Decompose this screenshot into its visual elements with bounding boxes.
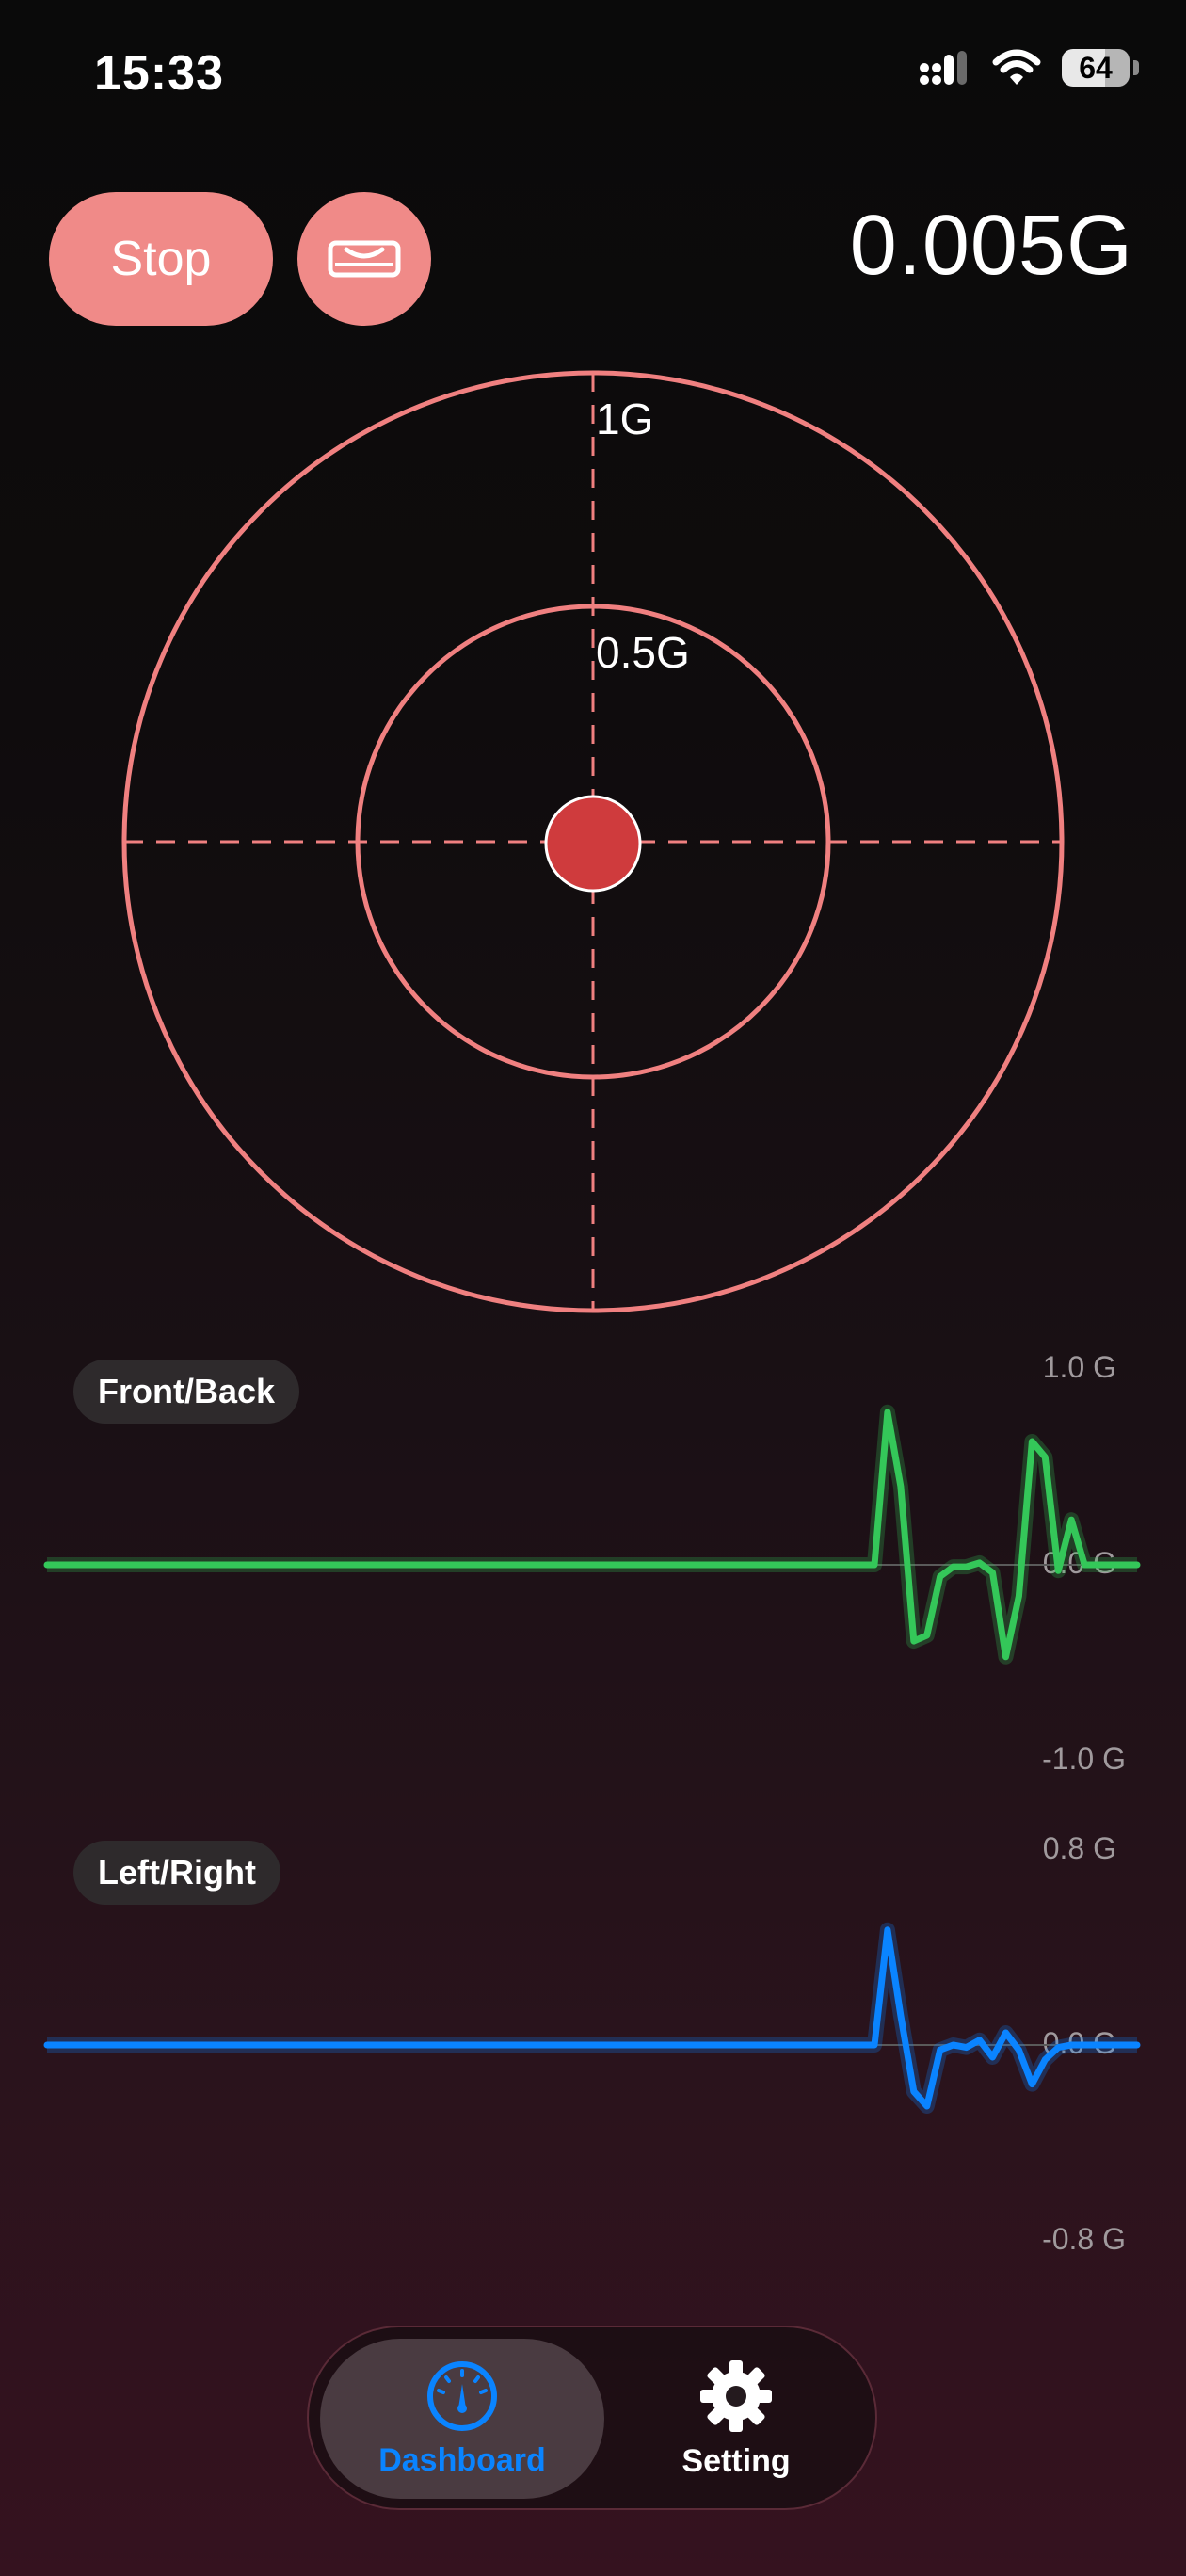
left-right-chart: [43, 1922, 1141, 2114]
tab-dashboard-label: Dashboard: [378, 2441, 546, 2478]
battery-icon: 64: [1062, 49, 1139, 87]
inner-ring-label: 0.5G: [596, 628, 690, 677]
front-back-chart: [43, 1404, 1141, 1665]
gforce-readout: 0.005G: [849, 199, 1133, 293]
wifi-icon: [992, 49, 1041, 85]
status-bar: 15:33 64: [0, 0, 1186, 151]
gforce-target: 1G 0.5G: [120, 365, 1066, 1321]
battery-level: 64: [1079, 50, 1113, 85]
gear-icon: [700, 2359, 772, 2432]
level-button[interactable]: [297, 192, 431, 326]
tab-setting[interactable]: Setting: [608, 2339, 864, 2499]
level-icon: [328, 240, 401, 278]
front-back-series-glow: [47, 1404, 1137, 1665]
status-icons: 64: [919, 49, 1139, 87]
left-right-series-glow: [47, 1922, 1137, 2114]
stop-button[interactable]: Stop: [49, 192, 273, 326]
outer-ring-label: 1G: [596, 394, 654, 443]
tab-setting-label: Setting: [681, 2442, 791, 2479]
gforce-indicator-dot: [544, 795, 642, 893]
front-back-series-line: [43, 1409, 1141, 1661]
tab-dashboard[interactable]: Dashboard: [320, 2339, 604, 2499]
status-time: 15:33: [94, 46, 224, 101]
gauge-icon: [427, 2360, 497, 2431]
left-right-series-line: [43, 1926, 1141, 2110]
target-rings: [121, 370, 1065, 1313]
tab-bar: Dashboard Setting: [307, 2326, 877, 2510]
cellular-signal-icon: [920, 51, 967, 85]
